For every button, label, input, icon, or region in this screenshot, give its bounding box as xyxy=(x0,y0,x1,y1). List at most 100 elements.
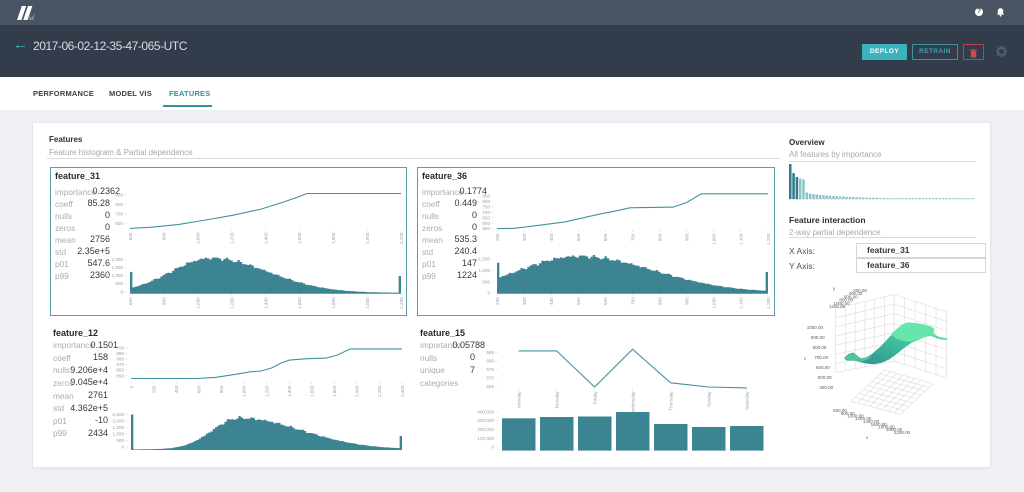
svg-text:700.00: 700.00 xyxy=(814,355,828,360)
svg-text:300: 300 xyxy=(522,297,527,305)
svg-text:100,000: 100,000 xyxy=(477,436,494,441)
svg-text:2,000: 2,000 xyxy=(113,419,125,424)
svg-text:Tuesday: Tuesday xyxy=(554,391,559,409)
svg-text:850: 850 xyxy=(482,194,490,199)
svg-text:500: 500 xyxy=(576,297,581,305)
svg-text:500: 500 xyxy=(482,279,490,284)
svg-text:1,800: 1,800 xyxy=(332,385,337,397)
svg-text:1,200: 1,200 xyxy=(766,297,771,309)
svg-text:600: 600 xyxy=(603,297,608,305)
svg-text:600: 600 xyxy=(603,233,608,241)
svg-text:2,400: 2,400 xyxy=(400,385,405,397)
svg-text:1,600: 1,600 xyxy=(297,232,302,244)
svg-text:2,200: 2,200 xyxy=(399,297,404,309)
svg-text:700: 700 xyxy=(630,233,635,241)
svg-text:y: y xyxy=(833,286,836,291)
svg-text:900: 900 xyxy=(685,233,690,241)
svg-text:1,100: 1,100 xyxy=(739,297,744,309)
svg-text:1,500: 1,500 xyxy=(112,265,124,270)
svg-text:1,200: 1,200 xyxy=(766,233,771,245)
svg-text:200: 200 xyxy=(495,297,500,305)
svg-text:200: 200 xyxy=(151,385,156,393)
svg-text:900.00: 900.00 xyxy=(811,335,825,340)
svg-text:800: 800 xyxy=(657,297,662,305)
svg-text:1,500: 1,500 xyxy=(479,257,491,262)
svg-text:700: 700 xyxy=(630,297,635,305)
svg-text:800: 800 xyxy=(482,199,490,204)
svg-text:750: 750 xyxy=(482,205,490,210)
svg-text:Monday: Monday xyxy=(516,391,521,408)
svg-text:800.00: 800.00 xyxy=(813,345,827,350)
svg-text:x: x xyxy=(866,435,869,440)
svg-text:600: 600 xyxy=(482,221,490,226)
svg-text:1000.00: 1000.00 xyxy=(807,325,824,330)
svg-text:1,800: 1,800 xyxy=(331,232,336,244)
svg-text:660: 660 xyxy=(116,368,124,373)
svg-text:650: 650 xyxy=(116,373,124,378)
svg-text:1,000: 1,000 xyxy=(196,297,201,309)
svg-text:1,000: 1,000 xyxy=(712,297,717,309)
svg-text:400: 400 xyxy=(549,233,554,241)
svg-text:Thursday: Thursday xyxy=(668,391,673,411)
svg-text:680: 680 xyxy=(486,359,494,364)
svg-text:2,000: 2,000 xyxy=(365,297,370,309)
svg-text:800: 800 xyxy=(115,202,123,207)
svg-text:900: 900 xyxy=(115,193,123,198)
svg-text:1,000: 1,000 xyxy=(196,232,201,244)
svg-text:1,000: 1,000 xyxy=(242,385,247,397)
svg-text:690: 690 xyxy=(116,351,124,356)
svg-text:1,800: 1,800 xyxy=(331,297,336,309)
svg-text:1,600: 1,600 xyxy=(310,385,315,397)
svg-text:1200.00: 1200.00 xyxy=(829,304,846,309)
svg-text:0: 0 xyxy=(487,291,490,296)
svg-text:0: 0 xyxy=(121,445,124,450)
svg-text:700: 700 xyxy=(482,210,490,215)
svg-text:300: 300 xyxy=(522,233,527,241)
svg-text:685: 685 xyxy=(486,350,494,355)
svg-text:1,500: 1,500 xyxy=(113,425,125,430)
svg-text:Friday: Friday xyxy=(592,391,597,404)
svg-text:0: 0 xyxy=(129,385,134,388)
svg-text:600.00: 600.00 xyxy=(816,365,830,370)
svg-text:2,000: 2,000 xyxy=(112,257,124,262)
svg-text:900: 900 xyxy=(685,297,690,305)
svg-text:1,400: 1,400 xyxy=(263,232,268,244)
svg-text:1,000: 1,000 xyxy=(113,432,125,437)
svg-text:400: 400 xyxy=(174,385,179,393)
svg-text:675: 675 xyxy=(486,367,494,372)
svg-text:665: 665 xyxy=(486,384,494,389)
svg-text:Saturday: Saturday xyxy=(744,391,749,410)
svg-text:680: 680 xyxy=(116,357,124,362)
svg-text:650: 650 xyxy=(482,215,490,220)
svg-text:500: 500 xyxy=(116,438,124,443)
svg-text:500: 500 xyxy=(576,233,581,241)
svg-text:300,000: 300,000 xyxy=(477,418,494,423)
svg-text:1,200: 1,200 xyxy=(229,232,234,244)
svg-text:2,500: 2,500 xyxy=(113,412,125,417)
svg-text:800: 800 xyxy=(219,385,224,393)
svg-text:0: 0 xyxy=(491,445,494,450)
svg-text:1,200: 1,200 xyxy=(264,385,269,397)
svg-text:700: 700 xyxy=(116,345,124,350)
svg-text:550: 550 xyxy=(482,226,490,231)
svg-text:800: 800 xyxy=(162,297,167,305)
svg-text:Wednesday: Wednesday xyxy=(630,391,635,416)
svg-text:400.00: 400.00 xyxy=(819,385,833,390)
svg-text:1,200: 1,200 xyxy=(229,297,234,309)
svg-text:600: 600 xyxy=(197,385,202,393)
svg-text:600: 600 xyxy=(128,232,133,240)
svg-text:670: 670 xyxy=(486,375,494,380)
svg-text:Sunday: Sunday xyxy=(706,391,711,407)
svg-text:200,000: 200,000 xyxy=(477,427,494,432)
svg-text:600: 600 xyxy=(115,221,123,226)
svg-text:400,000: 400,000 xyxy=(477,410,494,415)
svg-text:200: 200 xyxy=(495,233,500,241)
svg-text:500: 500 xyxy=(115,281,123,286)
svg-text:1,400: 1,400 xyxy=(263,297,268,309)
svg-text:2,200: 2,200 xyxy=(377,385,382,397)
svg-text:1,600: 1,600 xyxy=(297,297,302,309)
svg-text:2200.00: 2200.00 xyxy=(894,430,911,435)
svg-text:1,100: 1,100 xyxy=(739,233,744,245)
svg-text:600: 600 xyxy=(128,297,133,305)
svg-text:1,000: 1,000 xyxy=(479,268,491,273)
